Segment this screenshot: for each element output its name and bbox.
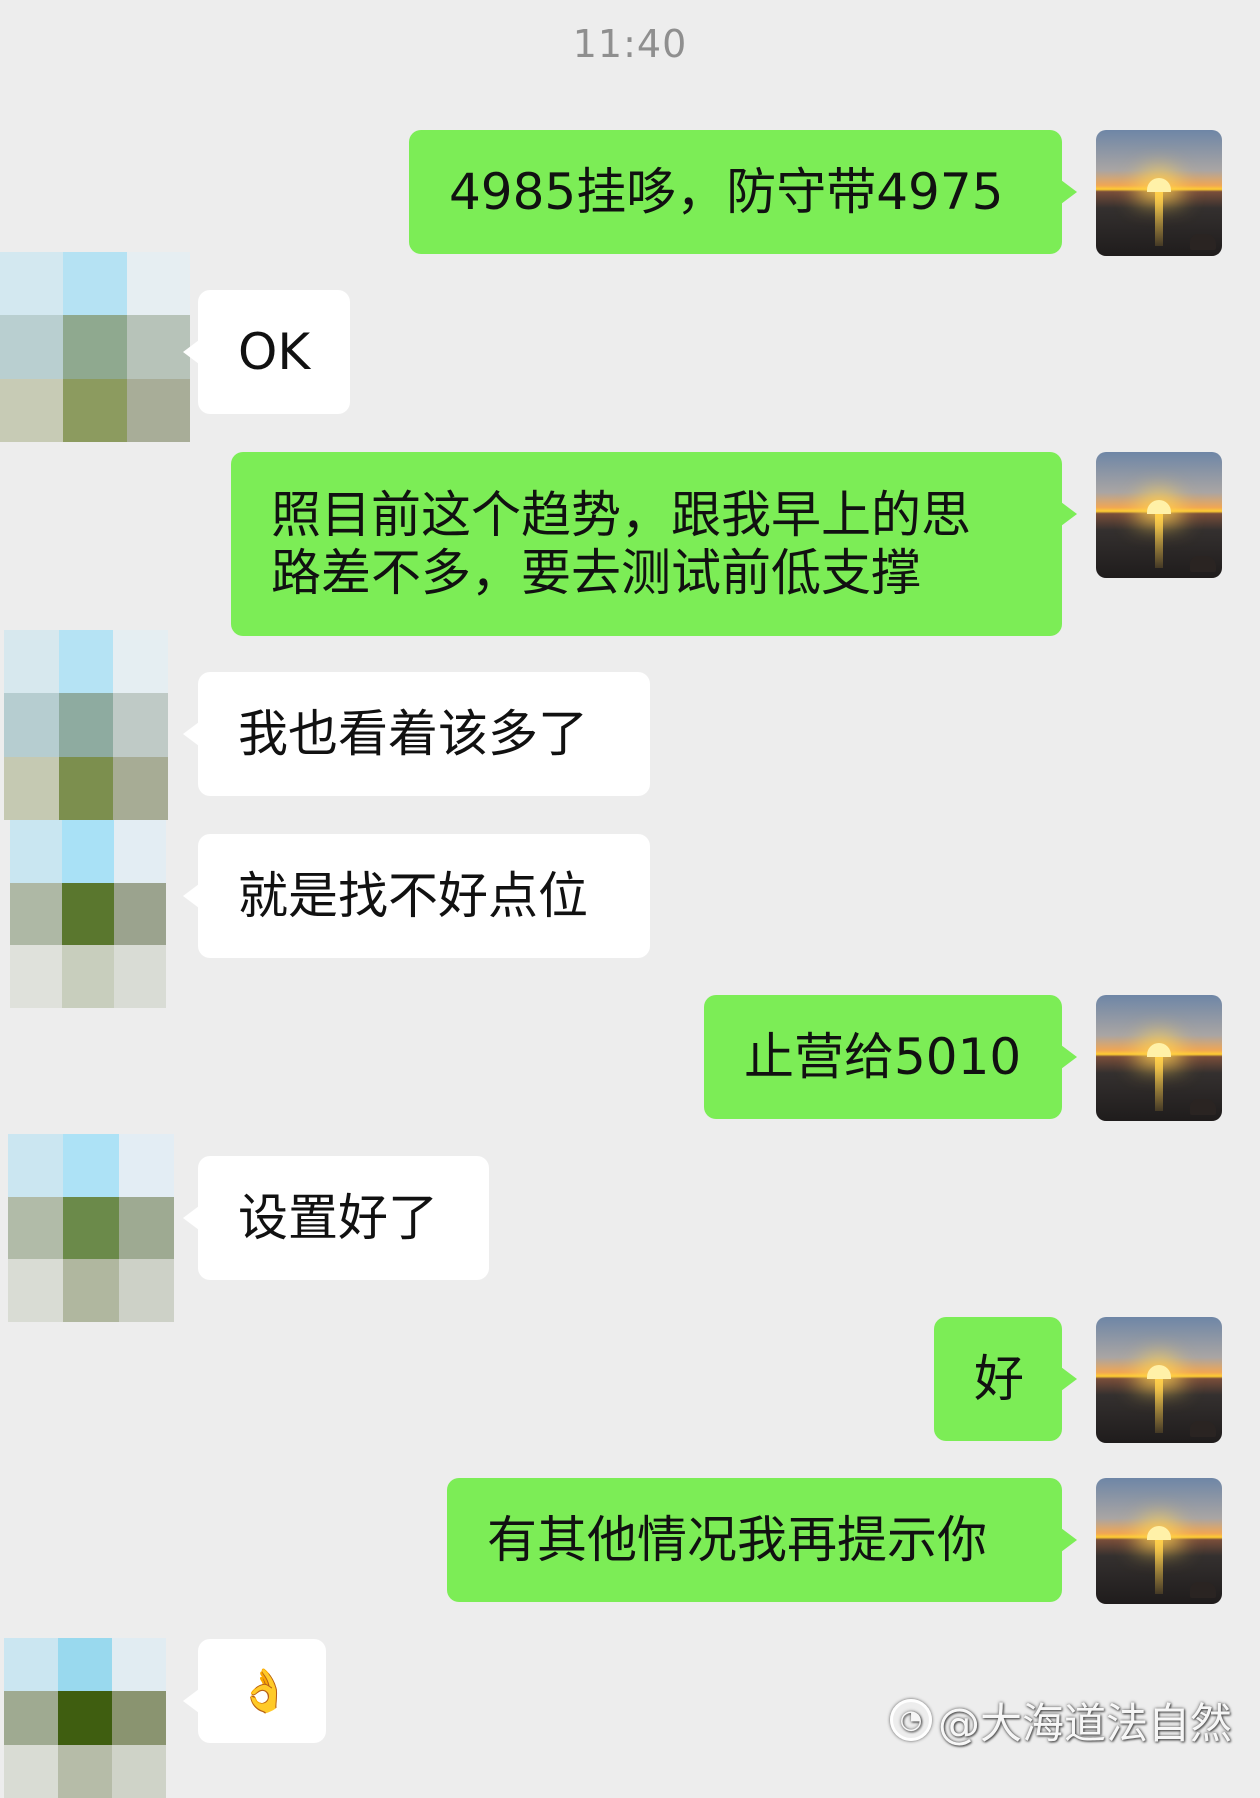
weibo-logo-icon: ◔: [890, 1699, 932, 1741]
rock-shape: [1190, 234, 1216, 250]
sun-icon: [1147, 1526, 1171, 1540]
message-text: 有其他情况我再提示你: [487, 1511, 987, 1569]
message-bubble-incoming[interactable]: 👌: [183, 1639, 326, 1743]
sun-icon: [1147, 500, 1171, 514]
message-bubble-outgoing[interactable]: 照目前这个趋势，跟我早上的思 路差不多，要去测试前低支撑: [231, 452, 1077, 636]
sun-reflection: [1155, 192, 1163, 246]
my-avatar[interactable]: [1096, 452, 1222, 578]
message-bubble-incoming[interactable]: 就是找不好点位: [183, 834, 650, 958]
sun-reflection: [1155, 1057, 1163, 1111]
message-text: 好: [974, 1350, 1024, 1408]
rock-shape: [1190, 1421, 1216, 1437]
contact-avatar[interactable]: [4, 630, 168, 820]
message-bubble-incoming[interactable]: 我也看着该多了: [183, 672, 650, 796]
rock-shape: [1190, 1582, 1216, 1598]
message-bubble-outgoing[interactable]: 止营给5010: [704, 995, 1077, 1119]
rock-shape: [1190, 556, 1216, 572]
timestamp: 11:40: [572, 22, 688, 66]
my-avatar[interactable]: [1096, 1317, 1222, 1443]
my-avatar[interactable]: [1096, 130, 1222, 256]
sun-icon: [1147, 178, 1171, 192]
ok-hand-icon: 👌: [238, 1666, 291, 1715]
watermark: ◔ @大海道法自然: [890, 1690, 1252, 1750]
sun-reflection: [1155, 514, 1163, 568]
message-bubble-outgoing[interactable]: 4985挂哆，防守带4975: [409, 130, 1077, 254]
contact-avatar[interactable]: [8, 1134, 174, 1322]
message-bubble-outgoing[interactable]: 有其他情况我再提示你: [447, 1478, 1077, 1602]
my-avatar[interactable]: [1096, 995, 1222, 1121]
message-text: 我也看着该多了: [238, 705, 588, 763]
message-bubble-incoming[interactable]: 设置好了: [183, 1156, 489, 1280]
contact-avatar[interactable]: [4, 1638, 166, 1798]
rock-shape: [1190, 1099, 1216, 1115]
message-text: OK: [238, 323, 311, 381]
message-bubble-incoming[interactable]: OK: [183, 290, 350, 414]
message-bubble-outgoing[interactable]: 好: [934, 1317, 1077, 1441]
contact-avatar[interactable]: [0, 252, 190, 442]
watermark-text: @大海道法自然: [938, 1698, 1233, 1748]
my-avatar[interactable]: [1096, 1478, 1222, 1604]
message-text: 止营给5010: [744, 1028, 1022, 1086]
sun-icon: [1147, 1043, 1171, 1057]
message-text: 就是找不好点位: [238, 867, 588, 925]
message-text: 设置好了: [238, 1189, 438, 1247]
sun-reflection: [1155, 1379, 1163, 1433]
sun-reflection: [1155, 1540, 1163, 1594]
contact-avatar[interactable]: [10, 820, 166, 1008]
message-text: 4985挂哆，防守带4975: [449, 163, 1004, 221]
message-text: 照目前这个趋势，跟我早上的思 路差不多，要去测试前低支撑: [271, 486, 971, 602]
sun-icon: [1147, 1365, 1171, 1379]
